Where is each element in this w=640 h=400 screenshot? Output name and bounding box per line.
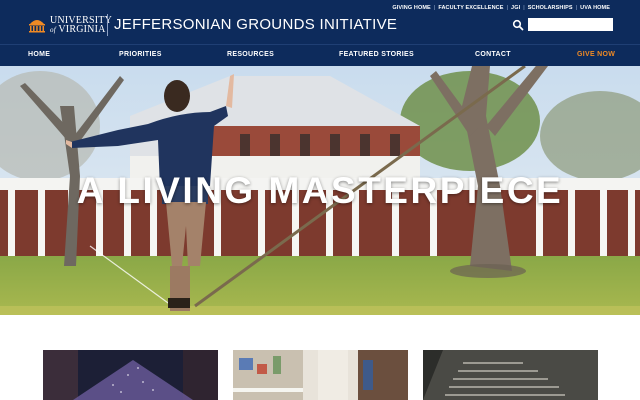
utility-separator: | <box>523 5 525 11</box>
utility-separator: | <box>575 5 578 11</box>
utility-separator: | <box>433 5 436 11</box>
featured-card-1[interactable] <box>43 350 218 400</box>
nav-item-resources[interactable]: RESOURCES <box>227 51 274 58</box>
university-logo[interactable]: UNIVERSITY of VIRGINIA <box>28 14 112 36</box>
nav-item-home[interactable]: HOME <box>28 51 50 58</box>
site-header: UNIVERSITY of VIRGINIA JEFFERSONIAN GROU… <box>0 0 640 66</box>
utility-link-scholarships[interactable]: SCHOLARSHIPS <box>528 5 573 11</box>
main-nav: HOME PRIORITIES RESOURCES FEATURED STORI… <box>0 45 640 66</box>
featured-card-3[interactable] <box>423 350 598 400</box>
nav-item-priorities[interactable]: PRIORITIES <box>119 51 162 58</box>
featured-card-2[interactable] <box>233 350 408 400</box>
header-divider <box>107 14 108 36</box>
hero-title: A LIVING MASTERPIECE <box>76 170 564 211</box>
nav-item-featured-stories[interactable]: FEATURED STORIES <box>339 51 414 58</box>
wordmark-line2: of VIRGINIA <box>50 23 112 35</box>
wordmark-of: of <box>50 25 56 34</box>
card-2-image <box>233 350 408 400</box>
search-input[interactable] <box>528 18 613 31</box>
utility-link-giving-home[interactable]: GIVING HOME <box>392 5 430 11</box>
nav-item-contact[interactable]: CONTACT <box>475 51 511 58</box>
give-now-button[interactable]: GIVE NOW <box>577 51 615 58</box>
hero-banner: A LIVING MASTERPIECE <box>0 66 640 315</box>
utility-link-jgi[interactable]: JGI <box>511 5 520 11</box>
card-3-image <box>423 350 598 400</box>
utility-separator: | <box>506 5 509 11</box>
university-wordmark: UNIVERSITY of VIRGINIA <box>50 15 112 35</box>
site-title[interactable]: JEFFERSONIAN GROUNDS INITIATIVE <box>114 15 397 35</box>
wordmark-virginia: VIRGINIA <box>58 23 106 35</box>
utility-links: GIVING HOME | FACULTY EXCELLENCE | JGI |… <box>392 5 610 11</box>
utility-link-uva-home[interactable]: UVA HOME <box>580 5 610 11</box>
rotunda-icon <box>29 20 45 33</box>
search-icon[interactable] <box>512 19 524 31</box>
card-1-image <box>43 350 218 400</box>
utility-link-faculty-excellence[interactable]: FACULTY EXCELLENCE <box>438 5 503 11</box>
featured-cards <box>0 315 640 400</box>
